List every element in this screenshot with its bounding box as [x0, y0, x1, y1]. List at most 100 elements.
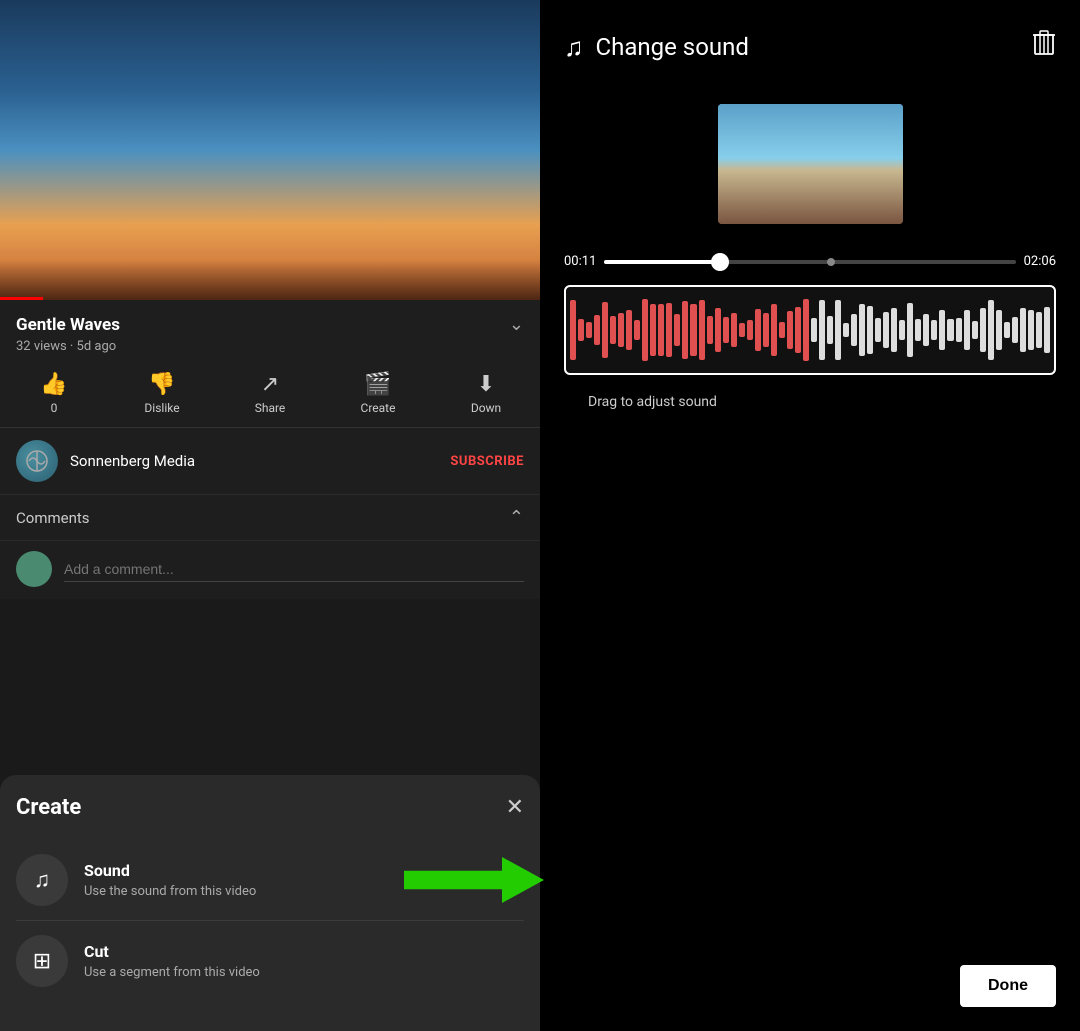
waveform-bar [1020, 308, 1026, 351]
create-panel-header: Create ✕ [16, 795, 524, 820]
waveform-bar [964, 310, 970, 351]
end-time: 02:06 [1024, 254, 1056, 269]
left-panel: Gentle Waves ⌄ 32 views · 5d ago 👍 0 👎 D… [0, 0, 540, 1031]
waveform-bar [594, 315, 600, 345]
waveform-bar [931, 320, 937, 339]
waveform-bar [811, 318, 817, 343]
waveform-bar [947, 319, 953, 341]
chevron-down-icon[interactable]: ⌄ [509, 314, 524, 335]
channel-row: Sonnenberg Media SUBSCRIBE [0, 428, 540, 495]
video-thumbnail [0, 0, 540, 300]
waveform-bar [883, 312, 889, 348]
actions-row: 👍 0 👎 Dislike ↗ Share 🎬 Create ⬇ Down [0, 364, 540, 428]
sound-item[interactable]: ♫ Sound Use the sound from this video [16, 840, 524, 920]
waveform-bar [859, 304, 865, 357]
timeline-handle[interactable] [711, 253, 729, 271]
waveform-bar [642, 299, 648, 360]
waveform-bar [980, 308, 986, 351]
video-preview-thumbnail [718, 104, 903, 224]
cut-item[interactable]: ⊞ Cut Use a segment from this video [16, 921, 524, 1001]
waveform-bar [803, 299, 809, 360]
sound-item-desc: Use the sound from this video [84, 884, 256, 899]
create-icon: 🎬 [364, 372, 391, 397]
waveform-bar [875, 318, 881, 342]
right-header: ♫ Change sound [540, 0, 1080, 84]
waveform-bar [988, 300, 994, 361]
download-button[interactable]: ⬇ Down [432, 372, 540, 415]
comments-toggle-icon[interactable]: ⌃ [509, 507, 524, 528]
waveform-bar [755, 309, 761, 351]
comments-label: Comments [16, 509, 90, 527]
waveform-bar [867, 306, 873, 354]
waveform-bar [682, 301, 688, 359]
share-label: Share [255, 401, 286, 415]
waveform-bar [723, 317, 729, 343]
download-label: Down [471, 401, 501, 415]
timeline-track[interactable] [604, 260, 1015, 264]
cut-item-text: Cut Use a segment from this video [84, 942, 260, 980]
comment-input[interactable] [64, 557, 524, 582]
waveform-bar [915, 319, 921, 340]
waveform-container[interactable] [564, 285, 1056, 375]
subscribe-button[interactable]: SUBSCRIBE [450, 454, 524, 469]
waveform-bar [1044, 307, 1050, 353]
waveform-bar [715, 308, 721, 353]
create-panel: Create ✕ ♫ Sound Use the sound from this… [0, 775, 540, 1031]
waveform-bar [787, 311, 793, 349]
waveform-bar [586, 322, 592, 338]
waveform-bar [578, 319, 584, 342]
waveform-bar [731, 313, 737, 346]
waveform-bar [763, 313, 769, 348]
like-count: 0 [51, 401, 58, 415]
right-panel: ♫ Change sound 00:1 [540, 0, 1080, 1031]
comments-section: Comments ⌃ [0, 495, 540, 541]
download-icon: ⬇ [477, 372, 495, 397]
share-button[interactable]: ↗ Share [216, 372, 324, 415]
video-meta: 32 views · 5d ago [16, 339, 524, 354]
waveform-bar [747, 320, 753, 340]
done-button[interactable]: Done [960, 965, 1056, 1007]
waveform-bar [843, 323, 849, 338]
sound-icon-circle: ♫ [16, 854, 68, 906]
close-button[interactable]: ✕ [506, 795, 524, 820]
music-note-icon: ♫ [564, 32, 584, 63]
drag-label-container: Drag to adjust sound [540, 375, 1080, 410]
waveform-bar [851, 314, 857, 347]
waveform-bar [699, 300, 705, 360]
waveform-bar [835, 300, 841, 359]
waveform-bar [907, 303, 913, 358]
user-avatar [16, 551, 52, 587]
waveform-bar [795, 307, 801, 354]
video-title: Gentle Waves [16, 315, 120, 335]
dislike-label: Dislike [144, 401, 179, 415]
right-header-left: ♫ Change sound [564, 32, 749, 63]
waveform-bar [972, 321, 978, 338]
waveform-bar [707, 316, 713, 344]
waveform-bar [666, 303, 672, 357]
dislike-icon: 👎 [148, 372, 175, 397]
video-info: Gentle Waves ⌄ 32 views · 5d ago [0, 300, 540, 364]
waveform-bar [891, 308, 897, 353]
video-title-row: Gentle Waves ⌄ [16, 314, 524, 335]
green-arrow-icon [404, 857, 544, 903]
waveform-bar [1012, 317, 1018, 343]
dislike-button[interactable]: 👎 Dislike [108, 372, 216, 415]
comments-input-row [0, 541, 540, 599]
cut-item-desc: Use a segment from this video [84, 965, 260, 980]
waveform-bar [939, 310, 945, 349]
waveform-bar [602, 302, 608, 359]
waveform-bar [827, 316, 833, 344]
create-button[interactable]: 🎬 Create [324, 372, 432, 415]
waveform-bar [771, 304, 777, 355]
current-time: 00:11 [564, 254, 596, 269]
waveform-bar [1004, 322, 1010, 338]
timeline-marker [827, 258, 835, 266]
waveform-bar [1028, 310, 1034, 350]
like-button[interactable]: 👍 0 [0, 372, 108, 415]
sound-item-title: Sound [84, 861, 256, 880]
trash-icon[interactable] [1032, 30, 1056, 64]
like-icon: 👍 [40, 372, 67, 397]
sound-icon: ♫ [34, 867, 51, 893]
channel-name[interactable]: Sonnenberg Media [70, 452, 438, 470]
progress-bar [0, 297, 43, 300]
